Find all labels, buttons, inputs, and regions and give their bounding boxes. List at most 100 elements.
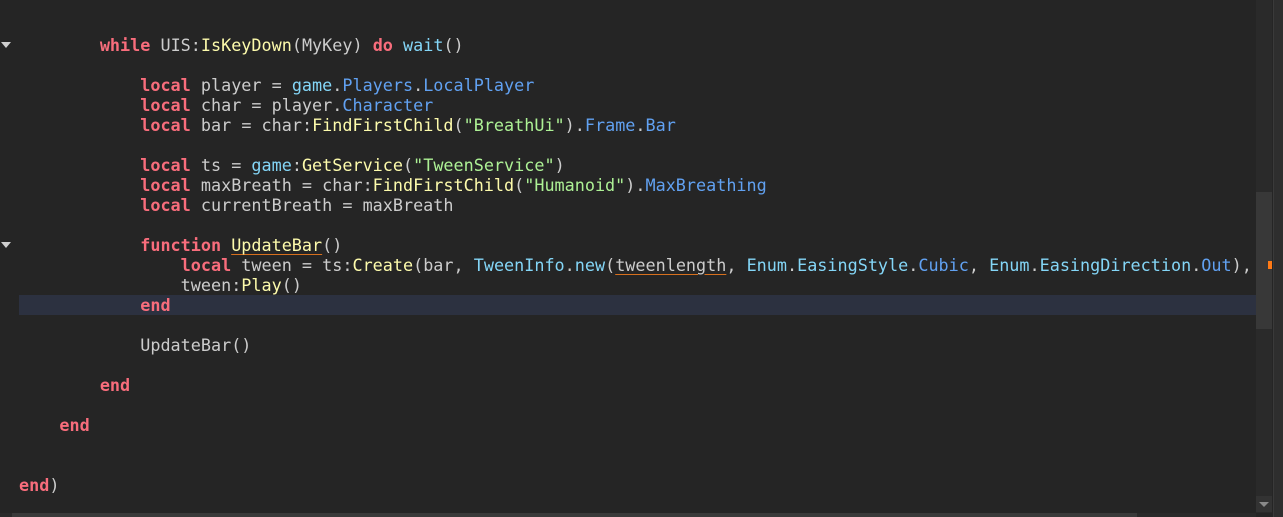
- code-token: LocalPlayer: [423, 75, 535, 95]
- code-token: Cubic: [918, 255, 969, 275]
- code-token: Players: [342, 75, 414, 95]
- code-token: :: [342, 255, 353, 275]
- code-token: char: [322, 175, 363, 195]
- code-token: "Humanoid": [524, 175, 626, 195]
- code-token: ,: [968, 255, 990, 275]
- code-line[interactable]: [19, 55, 1256, 75]
- code-token: player: [271, 95, 333, 115]
- vertical-scrollbar[interactable]: [1256, 0, 1272, 513]
- code-token: .: [1029, 255, 1040, 275]
- code-token: FindFirstChild: [372, 175, 515, 195]
- code-token: end: [140, 295, 171, 315]
- horizontal-scrollbar[interactable]: [0, 513, 1256, 517]
- code-token: ): [49, 475, 60, 495]
- code-token: bar: [190, 115, 242, 135]
- code-line[interactable]: local maxBreath = char:FindFirstChild("H…: [19, 175, 1256, 195]
- code-token: function: [140, 235, 222, 255]
- code-token: MyKey: [301, 35, 353, 55]
- code-token: (: [453, 115, 464, 135]
- code-line[interactable]: UpdateBar(): [19, 335, 1256, 355]
- code-line[interactable]: end: [19, 375, 1256, 395]
- code-line[interactable]: [19, 435, 1256, 455]
- code-line[interactable]: end: [19, 415, 1256, 435]
- scroll-down-arrow-icon[interactable]: [1256, 496, 1272, 512]
- code-token: (): [322, 235, 343, 255]
- horizontal-scrollbar-thumb[interactable]: [12, 513, 1137, 517]
- code-token: while: [99, 35, 151, 55]
- code-line[interactable]: local bar = char:FindFirstChild("BreathU…: [19, 115, 1256, 135]
- code-line[interactable]: local currentBreath = maxBreath: [19, 195, 1256, 215]
- code-token: (: [403, 155, 414, 175]
- code-line[interactable]: [19, 455, 1256, 475]
- code-line[interactable]: function UpdateBar(): [19, 235, 1256, 255]
- code-editor[interactable]: while UIS:IsKeyDown(MyKey) do wait() loc…: [19, 35, 1256, 513]
- code-token: .: [413, 75, 424, 95]
- code-token: TweenInfo: [473, 255, 565, 275]
- code-token: char: [261, 115, 302, 135]
- code-token: ): [352, 35, 373, 55]
- code-token: =: [301, 175, 323, 195]
- code-token: :: [362, 175, 373, 195]
- code-line[interactable]: tween:Play(): [19, 275, 1256, 295]
- code-line[interactable]: [19, 395, 1256, 415]
- code-token: (: [605, 255, 616, 275]
- code-line[interactable]: while UIS:IsKeyDown(MyKey) do wait(): [19, 35, 1256, 55]
- scrollbar-error-marker: [1268, 261, 1272, 269]
- code-token: .: [332, 95, 343, 115]
- code-token: =: [301, 255, 323, 275]
- code-token: game: [251, 155, 292, 175]
- code-token: EasingStyle: [797, 255, 909, 275]
- code-line[interactable]: [19, 355, 1256, 375]
- code-token: Character: [342, 95, 434, 115]
- code-token: (): [231, 335, 252, 355]
- code-token: =: [342, 195, 363, 215]
- code-line[interactable]: [19, 315, 1256, 335]
- code-line[interactable]: end): [19, 475, 1256, 495]
- code-line[interactable]: local ts = game:GetService("TweenService…: [19, 155, 1256, 175]
- code-token: Out: [1201, 255, 1232, 275]
- code-token: (): [443, 35, 464, 55]
- code-token: bar: [423, 255, 454, 275]
- code-token: maxBreath: [190, 175, 302, 195]
- code-token: Create: [352, 255, 414, 275]
- code-token: ts: [322, 255, 343, 275]
- code-token: UIS: [150, 35, 191, 55]
- code-token: ,: [726, 255, 747, 275]
- code-token: :: [231, 275, 242, 295]
- code-token: game: [291, 75, 333, 95]
- code-token: maxBreath: [362, 195, 454, 215]
- code-token: =: [271, 75, 292, 95]
- code-token: (): [281, 275, 302, 295]
- code-line[interactable]: [19, 215, 1256, 235]
- code-line[interactable]: local char = player.Character: [19, 95, 1256, 115]
- code-line[interactable]: end: [19, 295, 1256, 315]
- code-token: IsKeyDown: [200, 35, 292, 55]
- fold-arrow-icon[interactable]: [1, 42, 11, 48]
- code-token: .: [564, 255, 575, 275]
- code-token: .: [908, 255, 919, 275]
- gutter: [0, 0, 12, 517]
- code-line[interactable]: local tween = ts:Create(bar, TweenInfo.n…: [19, 255, 1256, 275]
- code-token: GetService: [301, 155, 403, 175]
- code-token: :: [291, 155, 302, 175]
- code-token: =: [241, 115, 262, 135]
- code-token: Enum: [746, 255, 787, 275]
- code-token: .: [635, 115, 646, 135]
- code-token: MaxBreathing: [645, 175, 767, 195]
- code-line[interactable]: [19, 135, 1256, 155]
- code-token: do: [372, 35, 393, 55]
- code-line[interactable]: local player = game.Players.LocalPlayer: [19, 75, 1256, 95]
- code-token: local: [180, 255, 232, 275]
- code-token: EasingDirection: [1039, 255, 1192, 275]
- fold-arrow-icon[interactable]: [1, 242, 11, 248]
